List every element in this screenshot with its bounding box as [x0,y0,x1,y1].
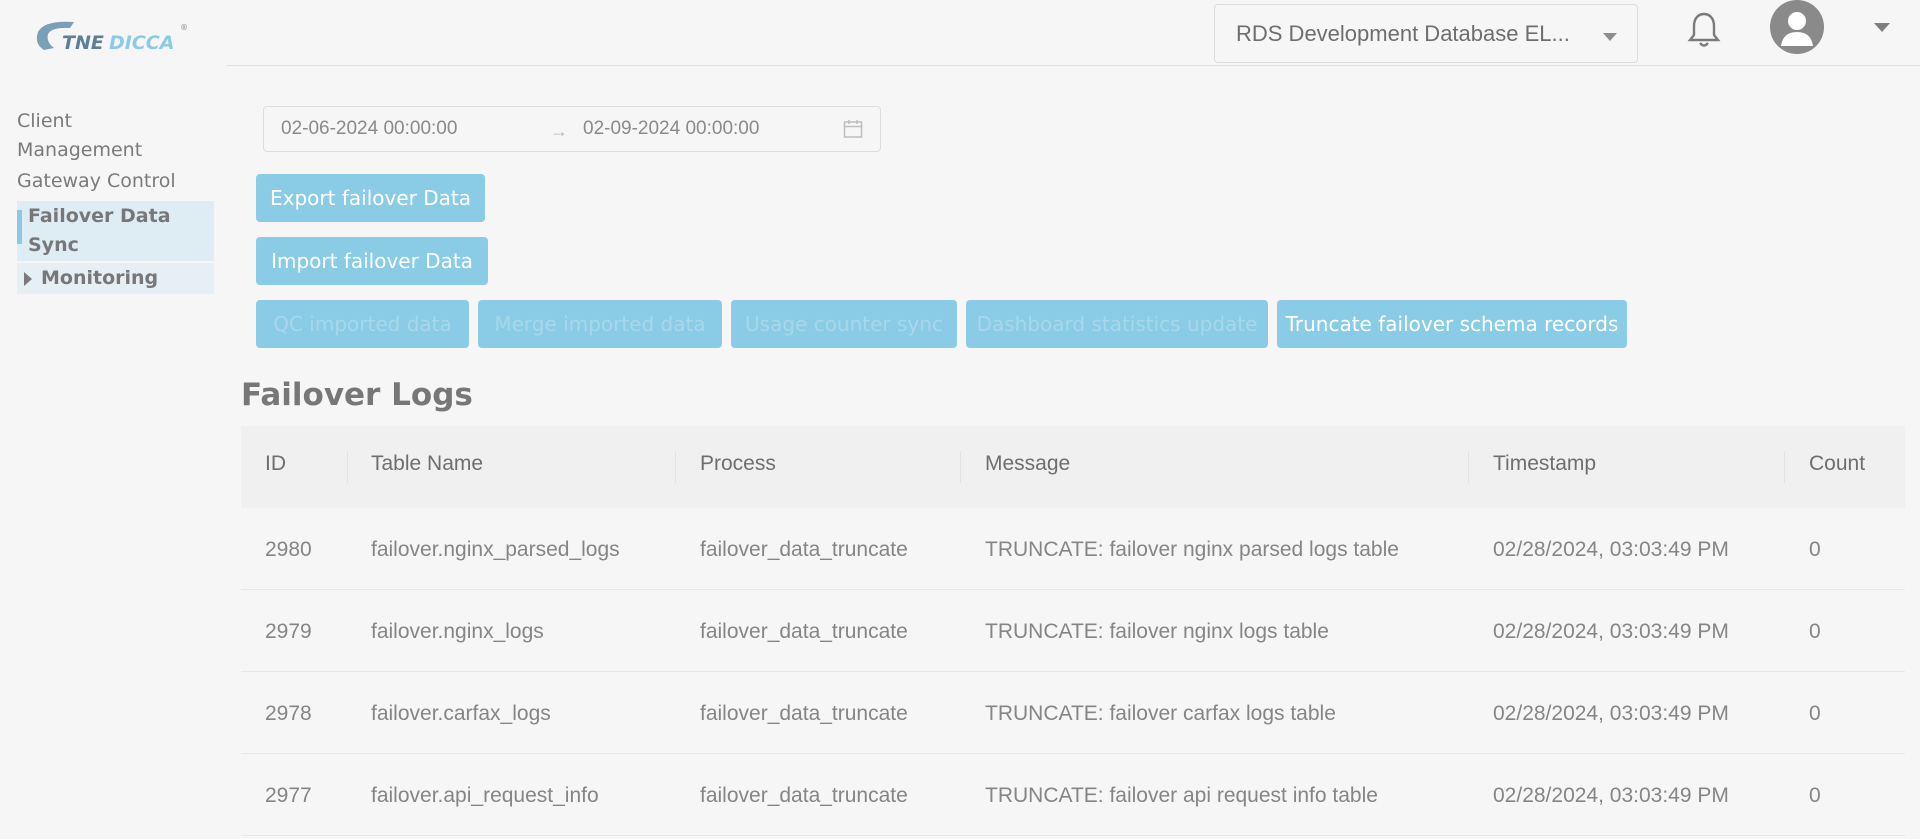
column-header-id[interactable]: ID [265,452,286,476]
cell-id: 2980 [265,538,312,561]
cell-message: TRUNCATE: failover carfax logs table [985,702,1336,725]
cell-id: 2979 [265,620,312,643]
column-header-count[interactable]: Count [1809,452,1865,476]
calendar-icon[interactable] [843,119,863,139]
truncate-failover-schema-records-button[interactable]: Truncate failover schema records [1277,300,1627,348]
header-divider [226,65,1920,66]
svg-text:DICCA: DICCA [109,32,174,54]
column-divider [675,451,676,483]
cell-timestamp: 02/28/2024, 03:03:49 PM [1493,620,1729,643]
cell-count: 0 [1809,702,1821,725]
column-divider [960,451,961,483]
cell-process: failover_data_truncate [700,538,908,561]
svg-text:TNE: TNE [62,32,104,54]
sidebar-item-gateway-control[interactable]: Gateway Control [17,166,176,197]
app-logo[interactable]: TNE DICCA ® [34,16,194,60]
start-date-input[interactable]: 02-06-2024 00:00:00 [281,118,457,140]
column-divider [1468,451,1469,483]
export-failover-data-button[interactable]: Export failover Data [256,174,485,222]
qc-imported-data-button[interactable]: QC imported data [256,300,469,348]
cell-id: 2977 [265,784,312,807]
cell-process: failover_data_truncate [700,784,908,807]
cell-process: failover_data_truncate [700,620,908,643]
table-row[interactable]: 2977 failover.api_request_info failover_… [241,754,1905,836]
table-row[interactable]: 2979 failover.nginx_logs failover_data_t… [241,590,1905,672]
svg-text:®: ® [180,23,188,32]
failover-logs-title: Failover Logs [241,377,473,413]
sidebar-item-monitoring[interactable]: Monitoring [17,263,214,294]
cell-process: failover_data_truncate [700,702,908,725]
table-row[interactable]: 2978 failover.carfax_logs failover_data_… [241,672,1905,754]
cell-message: TRUNCATE: failover nginx parsed logs tab… [985,538,1399,561]
cell-timestamp: 02/28/2024, 03:03:49 PM [1493,784,1729,807]
table-header: ID Table Name Process Message Timestamp … [241,426,1905,508]
column-header-process[interactable]: Process [700,452,776,476]
cell-message: TRUNCATE: failover nginx logs table [985,620,1329,643]
cell-table-name: failover.nginx_parsed_logs [371,538,620,561]
cell-count: 0 [1809,784,1821,807]
column-divider [347,451,348,483]
dashboard-statistics-update-button[interactable]: Dashboard statistics update [966,300,1268,348]
cell-table-name: failover.api_request_info [371,784,599,807]
cell-table-name: failover.carfax_logs [371,702,551,725]
column-header-message[interactable]: Message [985,452,1070,476]
cell-message: TRUNCATE: failover api request info tabl… [985,784,1378,807]
cell-table-name: failover.nginx_logs [371,620,544,643]
database-select-value: RDS Development Database EL... [1236,20,1570,46]
arrow-right-icon: → [550,121,568,141]
sidebar-item-label: Failover Data [28,205,171,227]
usage-counter-sync-button[interactable]: Usage counter sync [731,300,957,348]
date-range-picker[interactable]: 02-06-2024 00:00:00 → 02-09-2024 00:00:0… [263,106,881,152]
bell-icon[interactable] [1686,10,1722,50]
cell-id: 2978 [265,702,312,725]
sidebar-item-label-line2: Sync [28,234,79,256]
column-divider [1784,451,1785,483]
cell-timestamp: 02/28/2024, 03:03:49 PM [1493,702,1729,725]
end-date-input[interactable]: 02-09-2024 00:00:00 [583,118,759,140]
sidebar: Client Management Gateway Control Failov… [0,66,226,839]
cell-count: 0 [1809,538,1821,561]
database-select[interactable]: RDS Development Database EL... [1214,4,1638,63]
sidebar-item-client-management-line2[interactable]: Management [17,135,142,166]
caret-right-icon [24,272,32,286]
user-menu-chevron-icon[interactable] [1874,23,1890,32]
sidebar-item-label: Monitoring [41,267,159,289]
cell-count: 0 [1809,620,1821,643]
chevron-down-icon [1603,33,1617,41]
sidebar-item-client-management[interactable]: Client [17,106,72,137]
import-failover-data-button[interactable]: Import failover Data [256,237,488,285]
cell-timestamp: 02/28/2024, 03:03:49 PM [1493,538,1729,561]
merge-imported-data-button[interactable]: Merge imported data [478,300,722,348]
user-avatar-icon[interactable] [1770,0,1824,54]
column-header-table-name[interactable]: Table Name [371,452,483,476]
active-indicator [17,210,22,244]
sidebar-item-failover-data-sync[interactable]: Failover Data Sync [17,201,214,261]
column-header-timestamp[interactable]: Timestamp [1493,452,1596,476]
table-row[interactable]: 2980 failover.nginx_parsed_logs failover… [241,508,1905,590]
top-header: TNE DICCA ® RDS Development Database EL.… [0,0,1920,66]
